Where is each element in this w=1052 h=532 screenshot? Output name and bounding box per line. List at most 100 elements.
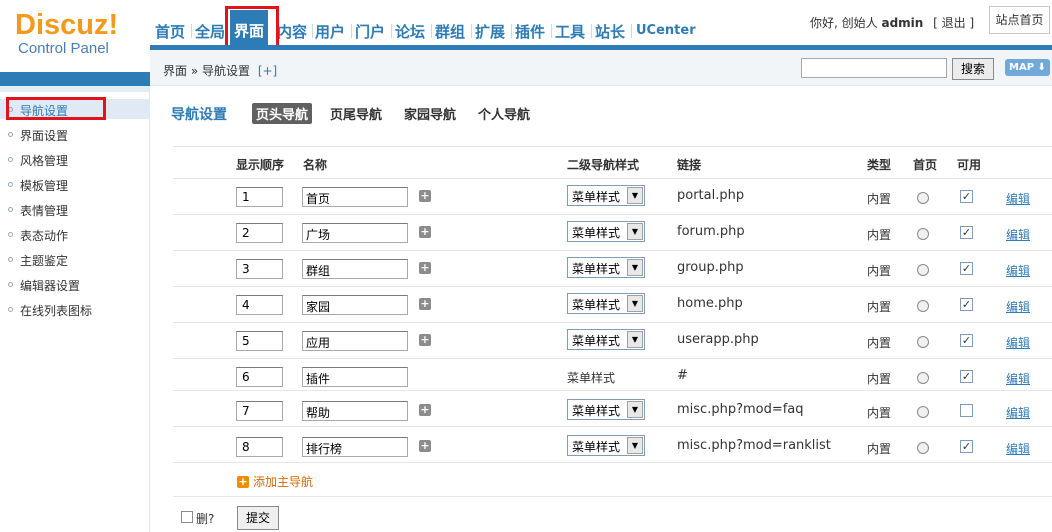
topnav-group[interactable]: 群组 (435, 21, 465, 42)
sidebar-item-style-manage[interactable]: 风格管理 (8, 152, 68, 172)
name-input[interactable]: 首页 (302, 187, 408, 207)
home-radio[interactable] (917, 406, 929, 418)
main-content: 导航设置 页头导航 页尾导航 家园导航 个人导航 显示顺序 名称 二级导航样式 链接 … (151, 87, 1052, 532)
style-select[interactable]: 菜单样式 ▼ (567, 329, 645, 350)
add-sub-nav-icon[interactable]: + (419, 190, 431, 202)
order-input[interactable]: 2 (236, 223, 283, 243)
chevron-down-icon: ▼ (627, 437, 643, 454)
enabled-checkbox[interactable]: ✓ (960, 334, 973, 347)
topnav-forum[interactable]: 论坛 (395, 21, 425, 42)
order-input[interactable]: 3 (236, 259, 283, 279)
order-input[interactable]: 7 (236, 401, 283, 421)
link-text: misc.php?mod=faq (677, 402, 804, 417)
style-select-value: 菜单样式 (572, 190, 621, 204)
home-radio[interactable] (917, 442, 929, 454)
edit-link[interactable]: 编辑 (1006, 334, 1030, 351)
bullet-icon (8, 157, 13, 162)
sub-bar: 界面 » 导航设置 [+] 搜索 MAP ⬇ (150, 50, 1052, 86)
add-sub-nav-icon[interactable]: + (419, 404, 431, 416)
add-sub-nav-icon[interactable]: + (419, 440, 431, 452)
home-radio[interactable] (917, 336, 929, 348)
add-sub-nav-icon[interactable]: + (419, 334, 431, 346)
sidebar-item-emoji-manage[interactable]: 表情管理 (8, 202, 68, 222)
enabled-checkbox[interactable]: ✓ (960, 440, 973, 453)
edit-link[interactable]: 编辑 (1006, 262, 1030, 279)
search-input[interactable] (801, 58, 947, 78)
topnav-content[interactable]: 内容 (277, 21, 307, 42)
topnav-tools[interactable]: 工具 (555, 21, 585, 42)
sidebar-item-topic-rating[interactable]: 主题鉴定 (8, 252, 68, 272)
plus-icon: + (237, 474, 249, 488)
name-input[interactable]: 排行榜 (302, 437, 408, 457)
style-select[interactable]: 菜单样式 ▼ (567, 399, 645, 420)
name-input[interactable]: 群组 (302, 259, 408, 279)
sidebar-item-reactions[interactable]: 表态动作 (8, 227, 68, 247)
sidebar-item-online-icons[interactable]: 在线列表图标 (8, 302, 92, 322)
search-button[interactable]: 搜索 (952, 58, 994, 80)
link-text: misc.php?mod=ranklist (677, 438, 831, 453)
order-input[interactable]: 4 (236, 295, 283, 315)
topnav-home[interactable]: 首页 (155, 21, 185, 42)
add-main-nav-link[interactable]: + 添加主导航 (237, 473, 313, 490)
name-input[interactable]: 插件 (302, 367, 408, 387)
style-select[interactable]: 菜单样式 ▼ (567, 293, 645, 314)
edit-link[interactable]: 编辑 (1006, 404, 1030, 421)
home-radio[interactable] (917, 372, 929, 384)
tab-personal-nav[interactable]: 个人导航 (474, 103, 534, 124)
home-radio[interactable] (917, 192, 929, 204)
add-sub-nav-icon[interactable]: + (419, 262, 431, 274)
enabled-checkbox[interactable]: ✓ (960, 262, 973, 275)
user-greeting: 你好, 创始人 (810, 16, 878, 30)
breadcrumb-plus[interactable]: [+] (258, 64, 277, 78)
submit-button[interactable]: 提交 (237, 506, 279, 530)
enabled-checkbox[interactable]: ✓ (960, 298, 973, 311)
order-input[interactable]: 6 (236, 367, 283, 387)
style-select[interactable]: 菜单样式 ▼ (567, 435, 645, 456)
enabled-checkbox[interactable]: ✓ (960, 370, 973, 383)
name-input[interactable]: 家园 (302, 295, 408, 315)
home-radio[interactable] (917, 264, 929, 276)
site-home-button[interactable]: 站点首页 (989, 6, 1050, 34)
name-input[interactable]: 帮助 (302, 401, 408, 421)
add-sub-nav-icon[interactable]: + (419, 298, 431, 310)
topnav-admin[interactable]: 站长 (595, 21, 625, 42)
tab-footer-nav[interactable]: 页尾导航 (326, 103, 386, 124)
topnav-portal[interactable]: 门户 (355, 21, 385, 42)
enabled-checkbox[interactable] (960, 404, 973, 417)
order-input[interactable]: 8 (236, 437, 283, 457)
sidebar-header-strip (0, 72, 150, 86)
delete-checkbox[interactable] (181, 511, 193, 523)
name-input[interactable]: 广场 (302, 223, 408, 243)
enabled-checkbox[interactable]: ✓ (960, 190, 973, 203)
name-input[interactable]: 应用 (302, 331, 408, 351)
link-text: group.php (677, 260, 744, 275)
topnav-ucenter[interactable]: UCenter (636, 23, 696, 38)
add-sub-nav-icon[interactable]: + (419, 226, 431, 238)
edit-link[interactable]: 编辑 (1006, 226, 1030, 243)
sidebar-item-editor-settings[interactable]: 编辑器设置 (8, 277, 80, 297)
style-select[interactable]: 菜单样式 ▼ (567, 221, 645, 242)
edit-link[interactable]: 编辑 (1006, 440, 1030, 457)
enabled-checkbox[interactable]: ✓ (960, 226, 973, 239)
edit-link[interactable]: 编辑 (1006, 190, 1030, 207)
tab-home-nav[interactable]: 家园导航 (400, 103, 460, 124)
chevron-down-icon: ▼ (627, 223, 643, 240)
logo[interactable]: Discuz! Control Panel (15, 10, 145, 58)
order-input[interactable]: 5 (236, 331, 283, 351)
sidebar-item-interface-settings[interactable]: 界面设置 (8, 127, 68, 147)
topnav-global[interactable]: 全局 (195, 21, 225, 42)
tab-header-nav[interactable]: 页头导航 (252, 103, 313, 124)
style-select[interactable]: 菜单样式 ▼ (567, 185, 645, 206)
home-radio[interactable] (917, 300, 929, 312)
style-select[interactable]: 菜单样式 ▼ (567, 257, 645, 278)
edit-link[interactable]: 编辑 (1006, 298, 1030, 315)
logout-link[interactable]: [ 退出 ] (933, 16, 974, 30)
map-button[interactable]: MAP ⬇ (1005, 59, 1050, 76)
topnav-plugin[interactable]: 插件 (515, 21, 545, 42)
topnav-users[interactable]: 用户 (315, 21, 345, 42)
edit-link[interactable]: 编辑 (1006, 370, 1030, 387)
sidebar-item-template-manage[interactable]: 模板管理 (8, 177, 68, 197)
topnav-extend[interactable]: 扩展 (475, 21, 505, 42)
order-input[interactable]: 1 (236, 187, 283, 207)
home-radio[interactable] (917, 228, 929, 240)
